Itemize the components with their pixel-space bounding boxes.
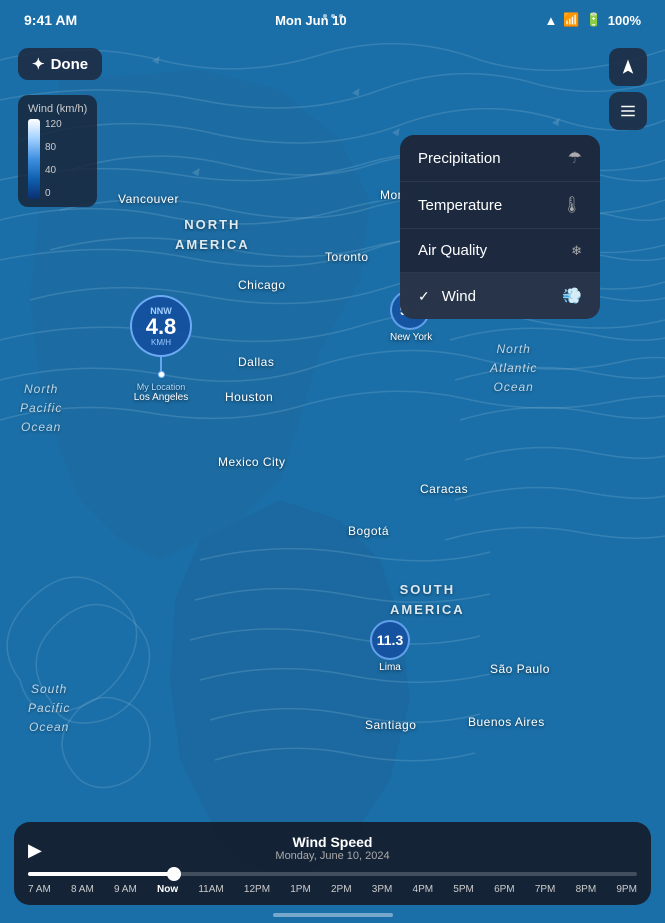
timeline-track[interactable] bbox=[28, 872, 637, 876]
wind-legend: Wind (km/h) 120 80 40 0 bbox=[18, 95, 97, 207]
wind-check: ✓ bbox=[418, 288, 430, 305]
time-8am: 8 AM bbox=[71, 884, 94, 895]
time-12pm: 12PM bbox=[244, 884, 270, 895]
timeline-panel: ▶ Wind Speed Monday, June 10, 2024 7 AM … bbox=[14, 822, 651, 905]
time-2pm: 2PM bbox=[331, 884, 352, 895]
temperature-icon: 🌡 bbox=[562, 195, 582, 215]
done-icon: ✦ bbox=[32, 55, 45, 73]
top-handle bbox=[323, 14, 343, 18]
wind-label: Wind bbox=[442, 288, 476, 305]
pin-unit: KM/H bbox=[151, 338, 171, 347]
time-9am: 9 AM bbox=[114, 884, 137, 895]
air-quality-label: Air Quality bbox=[418, 242, 487, 259]
wifi-icon: ▲ bbox=[545, 13, 558, 28]
dropdown-menu[interactable]: Precipitation ☂ Temperature 🌡 Air Qualit… bbox=[400, 135, 600, 319]
time-7pm: 7PM bbox=[535, 884, 556, 895]
wind-label-0: 0 bbox=[45, 188, 62, 199]
menu-item-temperature[interactable]: Temperature 🌡 bbox=[400, 182, 600, 229]
menu-item-precipitation[interactable]: Precipitation ☂ bbox=[400, 135, 600, 182]
time-7am: 7 AM bbox=[28, 884, 51, 895]
time-9pm: 9PM bbox=[616, 884, 637, 895]
ny-label: New York bbox=[390, 332, 432, 343]
pin-speed: 4.8 bbox=[146, 316, 177, 338]
pin-dot bbox=[158, 371, 165, 378]
pin-city-label: My Location Los Angeles bbox=[134, 382, 189, 403]
time-4pm: 4PM bbox=[413, 884, 434, 895]
play-button[interactable]: ▶ bbox=[28, 840, 42, 861]
layers-button[interactable] bbox=[609, 92, 647, 130]
time-now: Now bbox=[157, 884, 178, 895]
timeline-header: ▶ Wind Speed Monday, June 10, 2024 bbox=[28, 834, 637, 866]
wind-icon: 💨 bbox=[562, 286, 582, 306]
time-3pm: 3PM bbox=[372, 884, 393, 895]
time-5pm: 5PM bbox=[453, 884, 474, 895]
done-label: Done bbox=[51, 56, 89, 73]
nav-button[interactable] bbox=[609, 48, 647, 86]
time-6pm: 6PM bbox=[494, 884, 515, 895]
status-time: 9:41 AM bbox=[24, 12, 77, 28]
time-11am: 11AM bbox=[198, 884, 223, 895]
wind-label-120: 120 bbox=[45, 119, 62, 130]
done-button[interactable]: ✦ Done bbox=[18, 48, 102, 80]
timeline-thumb[interactable] bbox=[167, 867, 181, 881]
wind-bar: 120 80 40 0 bbox=[28, 119, 87, 199]
wind-bar-gradient bbox=[28, 119, 40, 199]
timeline-date: Monday, June 10, 2024 bbox=[275, 850, 389, 862]
status-right: ▲ 📶 🔋 100% bbox=[545, 12, 642, 28]
battery-level: 100% bbox=[608, 13, 641, 28]
timeline-title: Wind Speed bbox=[275, 834, 389, 850]
layers-icon bbox=[619, 102, 637, 120]
timeline-progress bbox=[28, 872, 174, 876]
wind-label-80: 80 bbox=[45, 142, 62, 153]
lima-bubble[interactable]: 11.3 bbox=[370, 620, 410, 660]
home-indicator bbox=[273, 913, 393, 917]
map-container[interactable]: 9:41 AM Mon Jun 10 ▲ 📶 🔋 100% ✦ Done Win… bbox=[0, 0, 665, 923]
location-pin[interactable]: NNW 4.8 KM/H My Location Los Angeles bbox=[130, 295, 192, 403]
pin-stem bbox=[160, 357, 162, 371]
precipitation-label: Precipitation bbox=[418, 150, 501, 167]
battery-icon: 🔋 bbox=[586, 12, 602, 28]
lima-pin[interactable]: 11.3 Lima bbox=[370, 620, 410, 673]
air-quality-icon: ❄ bbox=[571, 243, 582, 259]
timeline-labels: 7 AM 8 AM 9 AM Now 11AM 12PM 1PM 2PM 3PM… bbox=[28, 884, 637, 895]
wind-legend-title: Wind (km/h) bbox=[28, 103, 87, 115]
wind-label-40: 40 bbox=[45, 165, 62, 176]
navigation-icon bbox=[619, 58, 637, 76]
precipitation-icon: ☂ bbox=[568, 148, 582, 168]
lima-label: Lima bbox=[370, 662, 410, 673]
city-label: Los Angeles bbox=[134, 392, 189, 403]
pin-bubble[interactable]: NNW 4.8 KM/H bbox=[130, 295, 192, 357]
wind-bar-labels: 120 80 40 0 bbox=[45, 119, 62, 199]
temperature-label: Temperature bbox=[418, 197, 502, 214]
time-8pm: 8PM bbox=[576, 884, 597, 895]
signal-icon: 📶 bbox=[563, 12, 579, 28]
menu-item-wind[interactable]: ✓ Wind 💨 bbox=[400, 273, 600, 319]
menu-item-air-quality[interactable]: Air Quality ❄ bbox=[400, 229, 600, 273]
my-location-label: My Location bbox=[134, 382, 189, 392]
time-1pm: 1PM bbox=[290, 884, 311, 895]
